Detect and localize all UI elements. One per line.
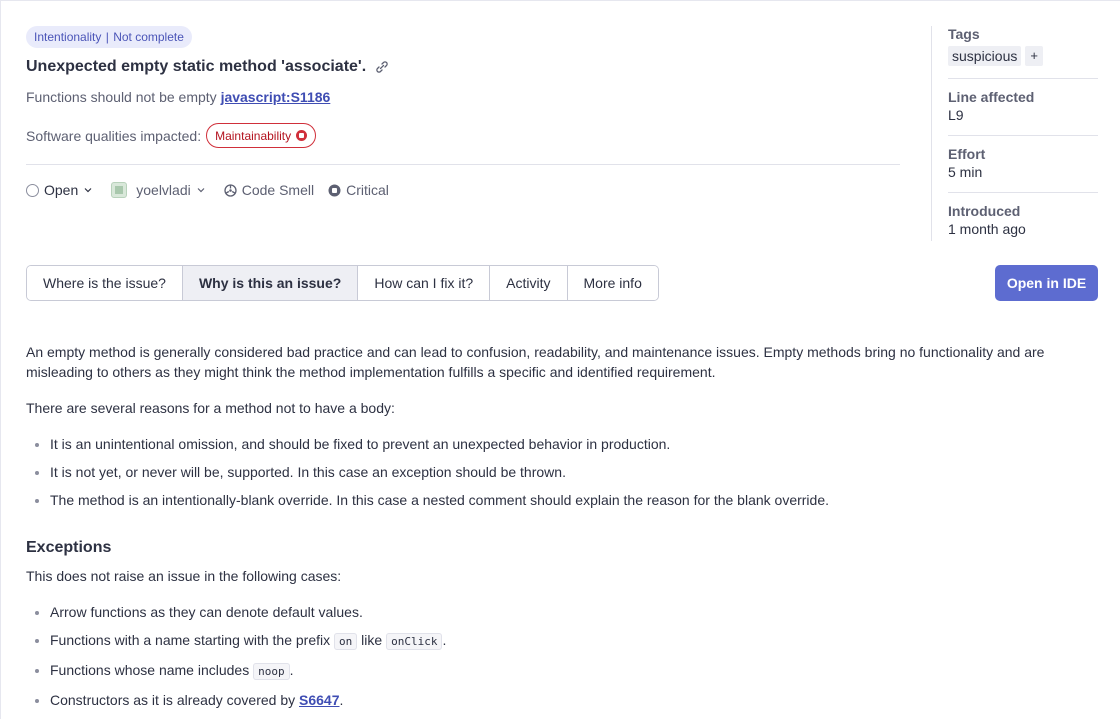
tag-chip[interactable]: suspicious xyxy=(948,46,1022,66)
introduced-block: Introduced 1 month ago xyxy=(932,203,1098,237)
list-item: Arrow functions as they can denote defau… xyxy=(26,602,1101,622)
tags-label: Tags xyxy=(948,26,980,42)
chevron-down-icon xyxy=(84,188,92,193)
tab-why[interactable]: Why is this an issue? xyxy=(182,266,359,300)
description-paragraph: There are several reasons for a method n… xyxy=(26,400,395,416)
list-text: Functions whose name includes xyxy=(50,662,250,678)
type-label: Code Smell xyxy=(241,182,315,198)
tab-more-info[interactable]: More info xyxy=(567,266,658,300)
rule-text: Functions should not be empty xyxy=(26,89,217,105)
rule-link[interactable]: S6647 xyxy=(299,692,339,708)
inline-code: on xyxy=(334,633,358,650)
list-item: It is not yet, or never will be, support… xyxy=(26,462,1101,482)
list-text: Constructors as it is already covered by xyxy=(50,692,296,708)
qualities-label: Software qualities impacted: xyxy=(26,127,202,144)
avatar xyxy=(111,182,128,198)
clean-code-attribute-badge: Intentionality | Not complete xyxy=(26,26,192,48)
reasons-list: It is an unintentional omission, and sho… xyxy=(26,434,1101,510)
list-text: . xyxy=(442,632,447,648)
rule-description: An empty method is generally considered … xyxy=(26,342,1101,719)
high-impact-icon xyxy=(296,130,308,141)
introduced-label: Introduced xyxy=(948,203,1021,219)
assignee-dropdown[interactable]: yoelvladi xyxy=(111,182,205,198)
exceptions-list: Arrow functions as they can denote defau… xyxy=(26,602,1101,710)
list-item: Constructors as it is already covered by… xyxy=(26,690,1101,710)
permalink-icon[interactable] xyxy=(374,59,390,75)
list-item: Functions with a name starting with the … xyxy=(26,630,1101,652)
divider xyxy=(26,164,900,165)
effort-value: 5 min xyxy=(948,164,983,180)
introduced-value: 1 month ago xyxy=(948,221,1026,237)
exceptions-intro: This does not raise an issue in the foll… xyxy=(26,568,342,584)
divider xyxy=(948,192,1098,193)
effort-block: Effort 5 min xyxy=(932,146,1098,180)
code-smell-icon xyxy=(224,183,237,197)
issue-panel: Intentionality | Not complete Unexpected… xyxy=(0,0,1120,719)
assignee-label: yoelvladi xyxy=(136,182,191,198)
status-dropdown[interactable]: Open xyxy=(26,182,93,198)
rule-key-link[interactable]: javascript:S1186 xyxy=(221,89,331,105)
qualities-row: Software qualities impacted: Maintainabi… xyxy=(26,123,317,148)
list-item: It is an unintentional omission, and sho… xyxy=(26,434,1101,454)
quality-label: Maintainability xyxy=(215,128,292,143)
issue-title: Unexpected empty static method 'associat… xyxy=(26,58,367,75)
issue-type: Code Smell xyxy=(224,182,314,198)
line-value: L9 xyxy=(948,107,964,123)
effort-label: Effort xyxy=(948,146,986,162)
tab-where[interactable]: Where is the issue? xyxy=(27,266,183,300)
divider xyxy=(948,135,1098,136)
tags-block: Tags suspicious + xyxy=(932,26,1098,66)
critical-severity-icon xyxy=(328,184,341,196)
tab-how-to-fix[interactable]: How can I fix it? xyxy=(358,266,491,300)
description-paragraph: An empty method is generally considered … xyxy=(26,344,1045,380)
list-item: Functions whose name includes noop. xyxy=(26,660,1101,682)
list-text: . xyxy=(339,692,344,708)
inline-code: onClick xyxy=(386,633,443,650)
list-text: . xyxy=(289,662,294,678)
issue-tabs: Where is the issue? Why is this an issue… xyxy=(26,265,659,301)
severity-label: Critical xyxy=(346,182,389,198)
list-text: like xyxy=(361,632,383,648)
line-label: Line affected xyxy=(948,89,1035,105)
issue-severity: Critical xyxy=(328,182,389,198)
status-label: Open xyxy=(44,182,79,198)
inline-code: noop xyxy=(253,663,290,680)
issue-sidebar: Tags suspicious + Line affected L9 Effor… xyxy=(931,26,1098,241)
chevron-down-icon xyxy=(197,188,205,193)
quality-pill[interactable]: Maintainability xyxy=(206,123,317,148)
issue-title-row: Unexpected empty static method 'associat… xyxy=(26,58,390,76)
attribute-label: Intentionality xyxy=(34,30,102,44)
completeness-label: Not complete xyxy=(113,30,184,44)
exceptions-heading: Exceptions xyxy=(26,539,112,556)
tag-list: suspicious + xyxy=(948,46,1098,66)
open-in-ide-button[interactable]: Open in IDE xyxy=(995,265,1098,301)
divider xyxy=(948,78,1098,79)
list-item: The method is an intentionally-blank ove… xyxy=(26,490,1101,510)
list-text: Functions with a name starting with the … xyxy=(50,632,331,648)
add-tag-button[interactable]: + xyxy=(1025,46,1043,66)
tab-activity[interactable]: Activity xyxy=(490,266,568,300)
status-radio-icon xyxy=(26,183,39,197)
issue-meta-row: Open yoelvladi Code Smell Critical xyxy=(26,182,403,198)
line-block: Line affected L9 xyxy=(932,89,1098,123)
rule-info: Functions should not be empty javascript… xyxy=(26,89,330,105)
